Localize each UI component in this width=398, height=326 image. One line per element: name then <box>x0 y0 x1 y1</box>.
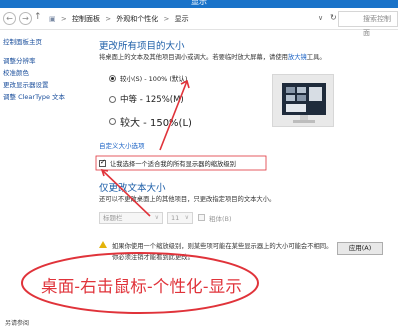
display-settings-window: 显示 ← → ↑ ▣ > 控制面板 > 外观和个性化 > 显示 ∨ ↻ 搜索控制… <box>0 0 398 326</box>
annotation-arrow-lower <box>101 169 151 217</box>
annotation-highlight-box <box>95 155 267 171</box>
annotation-arrow-upper <box>159 80 188 151</box>
annotation-text: 桌面-右击鼠标-个性化-显示 <box>41 277 243 296</box>
